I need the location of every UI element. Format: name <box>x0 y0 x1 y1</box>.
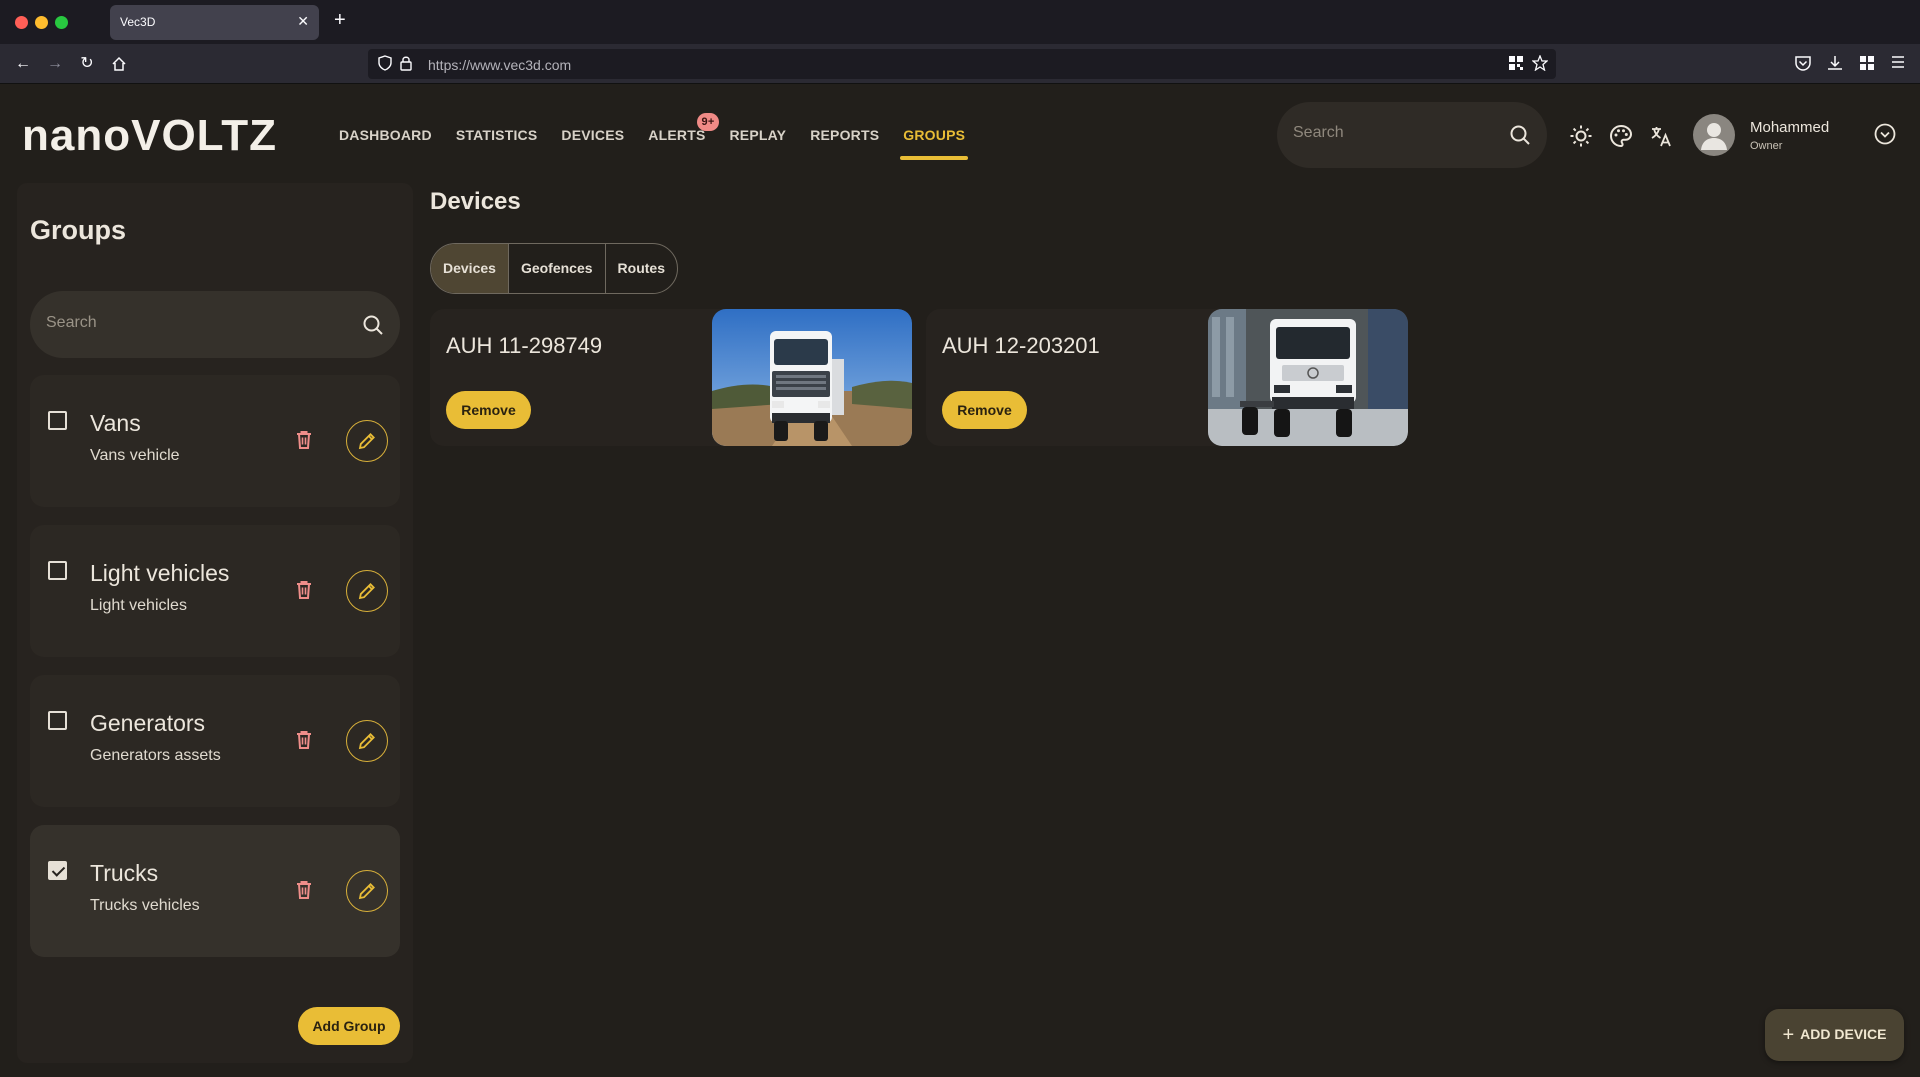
remove-device-button[interactable]: Remove <box>446 391 531 429</box>
device-name: AUH 11-298749 <box>446 333 603 358</box>
avatar[interactable] <box>1693 114 1735 156</box>
nav-groups[interactable]: GROUPS <box>900 85 969 185</box>
edit-group-button[interactable] <box>346 720 388 762</box>
shield-icon[interactable] <box>378 55 394 73</box>
app-header: nanoVOLTZ DASHBOARD STATISTICS DEVICES A… <box>0 85 1920 185</box>
chevron-down-icon[interactable] <box>1874 123 1896 145</box>
group-name: Light vehicles <box>90 560 230 586</box>
user-name: Mohammed <box>1750 119 1830 136</box>
pencil-icon <box>358 433 375 450</box>
group-description: Light vehicles <box>90 597 187 614</box>
window-minimize-button[interactable] <box>35 16 48 29</box>
group-description: Trucks vehicles <box>90 897 200 914</box>
browser-tab[interactable]: Vec3D ✕ <box>110 5 319 40</box>
tab-routes[interactable]: Routes <box>606 244 677 293</box>
group-description: Generators assets <box>90 747 221 764</box>
browser-tab-bar: Vec3D ✕ + <box>0 0 1920 44</box>
group-checkbox[interactable] <box>48 561 67 580</box>
groups-title: Groups <box>30 215 127 245</box>
nav-dashboard[interactable]: DASHBOARD <box>339 85 432 185</box>
group-card-trucks[interactable]: Trucks Trucks vehicles <box>30 825 400 957</box>
trash-icon[interactable] <box>296 880 316 902</box>
pencil-icon <box>358 733 375 750</box>
device-card: AUH 11-298749 Remove <box>430 309 912 446</box>
group-card-generators[interactable]: Generators Generators assets <box>30 675 400 807</box>
new-tab-plus-icon[interactable]: + <box>334 9 346 32</box>
groups-search-input[interactable] <box>46 314 326 332</box>
url-text[interactable]: https://www.vec3d.com <box>428 57 571 73</box>
home-icon[interactable] <box>107 52 131 76</box>
search-icon[interactable] <box>1509 124 1531 146</box>
extensions-icon[interactable] <box>1858 54 1878 74</box>
download-icon[interactable] <box>1826 54 1846 74</box>
device-card: AUH 12-203201 Remove <box>926 309 1408 446</box>
truck-photo <box>1208 309 1408 446</box>
pocket-icon[interactable] <box>1794 54 1814 74</box>
brightness-icon[interactable] <box>1569 124 1593 148</box>
alerts-count-badge: 9+ <box>696 113 720 131</box>
group-card-vans[interactable]: Vans Vans vehicle <box>30 375 400 507</box>
main-nav: DASHBOARD STATISTICS DEVICES ALERTS 9+ R… <box>339 85 989 185</box>
qr-code-icon[interactable] <box>1508 55 1526 73</box>
translate-icon[interactable] <box>1649 124 1673 148</box>
reload-icon[interactable]: ↻ <box>75 52 99 76</box>
user-role: Owner <box>1750 140 1783 152</box>
nav-alerts[interactable]: ALERTS 9+ <box>648 85 720 185</box>
lock-icon[interactable] <box>400 55 414 73</box>
forward-arrow-icon[interactable]: → <box>43 52 67 76</box>
app-logo[interactable]: nanoVOLTZ <box>22 111 277 161</box>
window-close-button[interactable] <box>15 16 28 29</box>
nav-statistics[interactable]: STATISTICS <box>456 85 538 185</box>
group-name: Vans <box>90 410 141 436</box>
groups-search <box>30 291 400 358</box>
subtabs: Devices Geofences Routes <box>430 243 678 294</box>
plus-icon: + <box>1782 1023 1795 1046</box>
groups-panel: Groups Vans Vans vehicle Light vehicles … <box>17 183 413 1063</box>
trash-icon[interactable] <box>296 730 316 752</box>
nav-alerts-label: ALERTS <box>648 127 706 143</box>
window-maximize-button[interactable] <box>55 16 68 29</box>
group-card-light-vehicles[interactable]: Light vehicles Light vehicles <box>30 525 400 657</box>
remove-device-button[interactable]: Remove <box>942 391 1027 429</box>
back-arrow-icon[interactable]: ← <box>11 52 35 76</box>
bookmark-star-icon[interactable] <box>1531 54 1550 73</box>
edit-group-button[interactable] <box>346 570 388 612</box>
palette-icon[interactable] <box>1609 124 1633 148</box>
group-description: Vans vehicle <box>90 447 180 464</box>
group-checkbox[interactable] <box>48 711 67 730</box>
group-name: Trucks <box>90 860 159 886</box>
truck-photo <box>712 309 912 446</box>
search-icon[interactable] <box>362 314 384 336</box>
add-device-label: ADD DEVICE <box>1800 1025 1887 1042</box>
close-icon[interactable]: ✕ <box>297 13 309 30</box>
group-checkbox[interactable] <box>48 861 67 880</box>
nav-replay[interactable]: REPLAY <box>729 85 786 185</box>
tab-devices[interactable]: Devices <box>431 244 509 293</box>
edit-group-button[interactable] <box>346 420 388 462</box>
header-search <box>1277 102 1547 168</box>
tab-geofences[interactable]: Geofences <box>509 244 606 293</box>
browser-toolbar: ← → ↻ https://www.vec3d.com <box>0 44 1920 84</box>
trash-icon[interactable] <box>296 580 316 602</box>
browser-tab-title: Vec3D <box>120 15 156 29</box>
url-bar[interactable]: https://www.vec3d.com <box>368 49 1556 79</box>
add-device-button[interactable]: + ADD DEVICE <box>1765 1009 1904 1061</box>
device-name: AUH 12-203201 <box>942 333 1100 358</box>
hamburger-menu-icon[interactable] <box>1890 54 1910 74</box>
page-title: Devices <box>430 188 521 215</box>
trash-icon[interactable] <box>296 430 316 452</box>
group-checkbox[interactable] <box>48 411 67 430</box>
edit-group-button[interactable] <box>346 870 388 912</box>
nav-reports[interactable]: REPORTS <box>810 85 879 185</box>
group-name: Generators <box>90 710 206 736</box>
pencil-icon <box>358 583 375 600</box>
pencil-icon <box>358 883 375 900</box>
add-group-button[interactable]: Add Group <box>298 1007 400 1045</box>
header-search-input[interactable] <box>1293 124 1493 142</box>
nav-devices[interactable]: DEVICES <box>561 85 624 185</box>
